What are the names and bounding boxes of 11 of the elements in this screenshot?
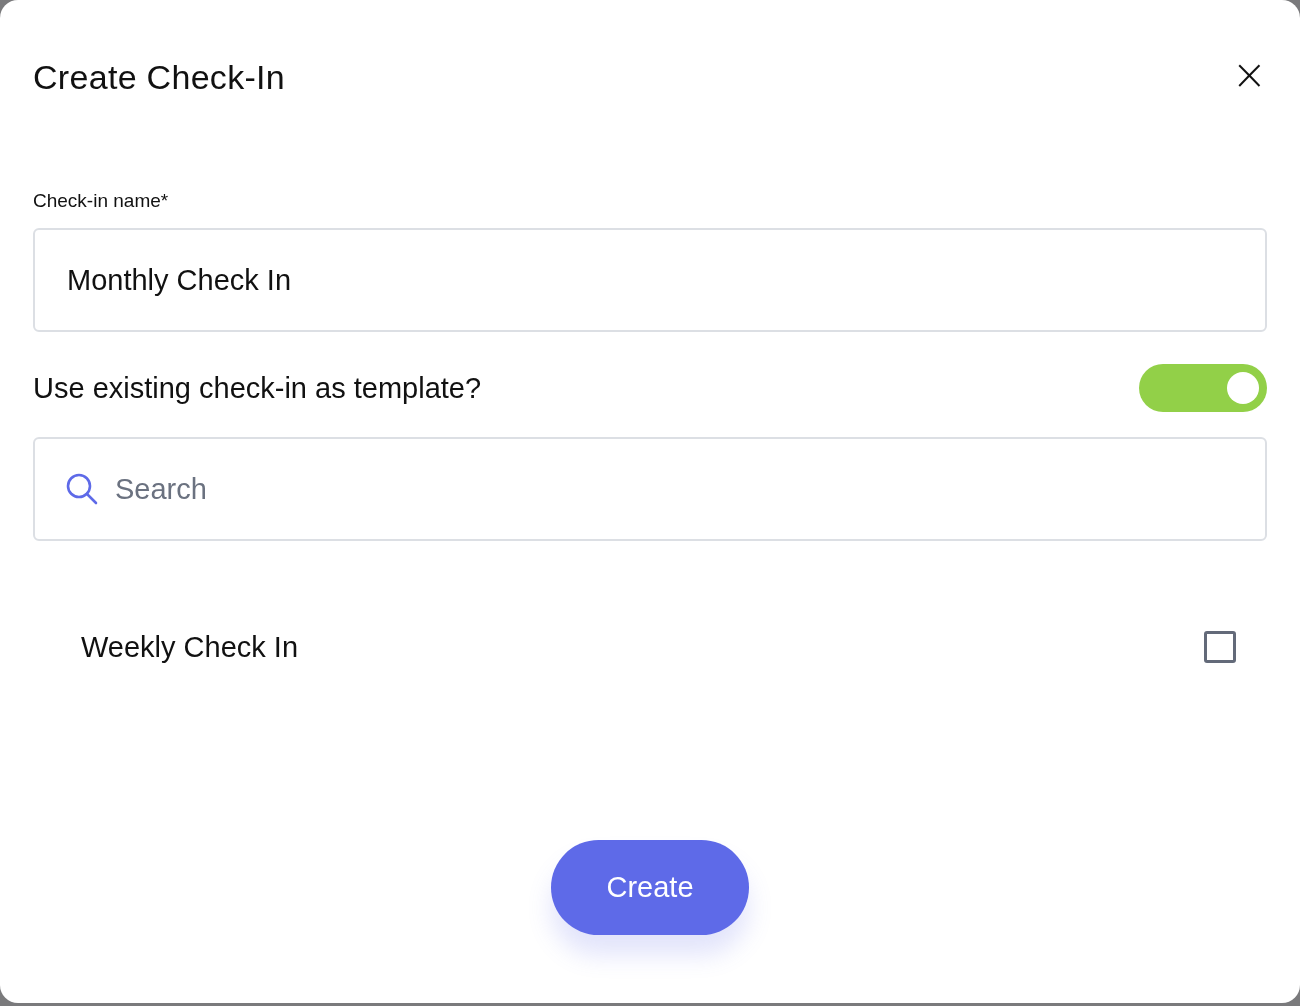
- search-icon: [65, 472, 99, 506]
- close-button[interactable]: ×: [1229, 54, 1269, 100]
- field-label: Check-in name*: [33, 190, 169, 212]
- name-input-field[interactable]: Monthly Check In: [33, 228, 1267, 332]
- dialog-title: Create Check-In: [33, 57, 286, 97]
- toggle-switch[interactable]: [1139, 364, 1267, 412]
- search-field[interactable]: Search: [33, 437, 1267, 541]
- checkbox[interactable]: [1204, 631, 1236, 663]
- template-name: Weekly Check In: [81, 630, 299, 664]
- create-button[interactable]: Create: [551, 840, 749, 935]
- toggle-label: Use existing check-in as template?: [33, 371, 482, 405]
